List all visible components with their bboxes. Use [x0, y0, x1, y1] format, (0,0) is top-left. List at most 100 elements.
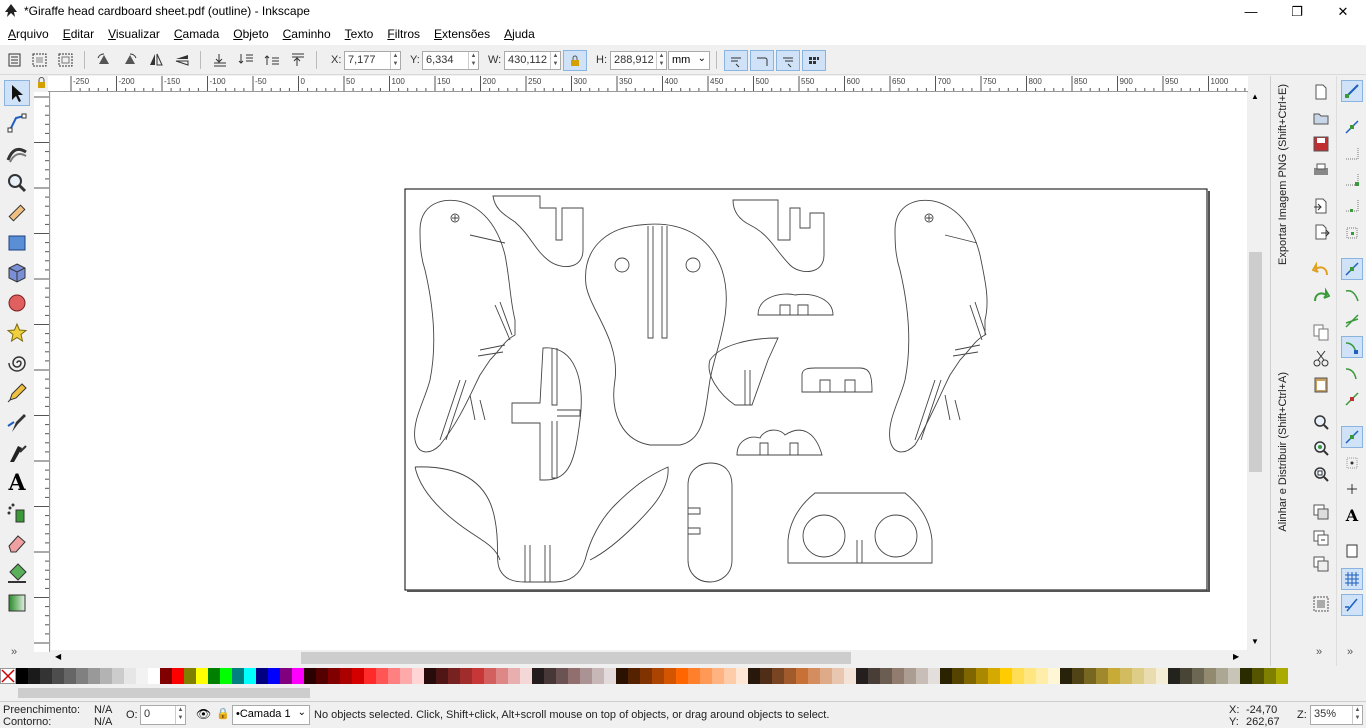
- zoom-selection-icon[interactable]: [1311, 412, 1331, 432]
- color-swatch[interactable]: [700, 668, 712, 684]
- color-swatch[interactable]: [592, 668, 604, 684]
- color-swatch[interactable]: [1276, 668, 1288, 684]
- star-tool-icon[interactable]: [4, 320, 30, 346]
- color-swatch[interactable]: [844, 668, 856, 684]
- snap-guides-icon[interactable]: [1341, 594, 1363, 616]
- raise-to-top-icon[interactable]: [288, 51, 308, 69]
- vertical-scroll-thumb[interactable]: [1249, 252, 1262, 472]
- color-swatch[interactable]: [880, 668, 892, 684]
- open-folder-icon[interactable]: [1311, 108, 1331, 128]
- color-swatch[interactable]: [484, 668, 496, 684]
- lock-proportions-icon[interactable]: [563, 50, 587, 71]
- drawing-canvas[interactable]: [51, 92, 1247, 650]
- rotate-ccw-icon[interactable]: [94, 51, 114, 69]
- color-swatch[interactable]: [184, 668, 196, 684]
- palette-scroll-thumb[interactable]: [18, 688, 310, 698]
- snap-page-border-icon[interactable]: [1341, 540, 1363, 562]
- no-paint-swatch[interactable]: [0, 668, 16, 684]
- color-swatch[interactable]: [136, 668, 148, 684]
- snap-object-centers-icon[interactable]: [1341, 452, 1363, 474]
- color-swatch[interactable]: [472, 668, 484, 684]
- color-swatch[interactable]: [220, 668, 232, 684]
- color-swatch[interactable]: [568, 668, 580, 684]
- spin-arrows-icon[interactable]: ▲ ▼: [656, 52, 666, 69]
- color-swatch[interactable]: [1048, 668, 1060, 684]
- horizontal-scrollbar[interactable]: ◀ ▶: [51, 650, 1247, 666]
- color-swatch[interactable]: [736, 668, 748, 684]
- measure-tool-icon[interactable]: [4, 200, 30, 226]
- color-swatch[interactable]: [412, 668, 424, 684]
- eye-icon[interactable]: 👁: [196, 707, 211, 721]
- color-swatch[interactable]: [28, 668, 40, 684]
- palette-scrollbar[interactable]: [0, 686, 1366, 700]
- color-swatch[interactable]: [232, 668, 244, 684]
- color-swatch[interactable]: [1132, 668, 1144, 684]
- height-input[interactable]: 288,912 ▲ ▼: [610, 51, 667, 70]
- snap-line-midpoints-icon[interactable]: [1341, 388, 1363, 410]
- snap-cusp-nodes-icon[interactable]: [1341, 336, 1363, 358]
- menu-editar[interactable]: Editar: [63, 27, 94, 41]
- color-swatch[interactable]: [724, 668, 736, 684]
- scale-stroke-icon[interactable]: [724, 50, 748, 71]
- scroll-up-icon[interactable]: ▲: [1251, 92, 1259, 101]
- color-swatch[interactable]: [544, 668, 556, 684]
- snap-grid-icon[interactable]: [1341, 568, 1363, 590]
- tab-export-png[interactable]: Exportar Imagem PNG (Shift+Ctrl+E): [1277, 84, 1289, 265]
- color-swatch[interactable]: [448, 668, 460, 684]
- transform-patterns-icon[interactable]: [802, 50, 826, 71]
- snap-others-icon[interactable]: [1341, 426, 1363, 448]
- color-swatch[interactable]: [904, 668, 916, 684]
- unlink-clone-icon[interactable]: [1311, 554, 1331, 574]
- snap-overflow-icon[interactable]: »: [1347, 646, 1353, 658]
- rotate-cw-icon[interactable]: [120, 51, 140, 69]
- color-swatch[interactable]: [1096, 668, 1108, 684]
- snap-smooth-nodes-icon[interactable]: [1341, 362, 1363, 384]
- color-swatch[interactable]: [76, 668, 88, 684]
- color-swatch[interactable]: [40, 668, 52, 684]
- color-swatch[interactable]: [1252, 668, 1264, 684]
- color-swatch[interactable]: [664, 668, 676, 684]
- color-swatch[interactable]: [748, 668, 760, 684]
- color-swatch[interactable]: [1024, 668, 1036, 684]
- tab-align-distribute[interactable]: Alinhar e Distribuir (Shift+Ctrl+A): [1277, 372, 1289, 532]
- color-swatch[interactable]: [928, 668, 940, 684]
- zoom-drawing-icon[interactable]: [1311, 438, 1331, 458]
- scale-corners-icon[interactable]: [750, 50, 774, 71]
- color-swatch[interactable]: [520, 668, 532, 684]
- drawing[interactable]: [51, 92, 1247, 650]
- color-swatch[interactable]: [976, 668, 988, 684]
- color-swatch[interactable]: [940, 668, 952, 684]
- snap-toggle-icon[interactable]: [1341, 80, 1363, 102]
- spin-arrows-icon[interactable]: ▲ ▼: [175, 706, 185, 724]
- menu-filtros[interactable]: Filtros: [387, 27, 420, 41]
- snap-nodes-icon[interactable]: [1341, 258, 1363, 280]
- color-swatch[interactable]: [460, 668, 472, 684]
- color-swatch[interactable]: [100, 668, 112, 684]
- node-tool-icon[interactable]: [4, 110, 30, 136]
- selector-tool-icon[interactable]: [4, 80, 30, 106]
- color-swatch[interactable]: [1204, 668, 1216, 684]
- snap-rotation-center-icon[interactable]: [1341, 478, 1363, 500]
- spin-arrows-icon[interactable]: ▲ ▼: [1352, 706, 1362, 724]
- snap-bbox-centers-icon[interactable]: [1341, 222, 1363, 244]
- color-swatch[interactable]: [1240, 668, 1252, 684]
- color-swatch[interactable]: [796, 668, 808, 684]
- rectangle-tool-icon[interactable]: [4, 230, 30, 256]
- color-swatch[interactable]: [1036, 668, 1048, 684]
- spray-tool-icon[interactable]: [4, 500, 30, 526]
- color-swatch[interactable]: [868, 668, 880, 684]
- color-swatch[interactable]: [772, 668, 784, 684]
- color-swatch[interactable]: [892, 668, 904, 684]
- redo-icon[interactable]: [1311, 286, 1331, 306]
- color-swatch[interactable]: [784, 668, 796, 684]
- color-swatch[interactable]: [88, 668, 100, 684]
- color-swatch[interactable]: [364, 668, 376, 684]
- color-swatch[interactable]: [244, 668, 256, 684]
- unit-select[interactable]: mm ⌄: [668, 51, 710, 70]
- color-swatch[interactable]: [988, 668, 1000, 684]
- select-all-icon[interactable]: [5, 51, 25, 69]
- color-swatch[interactable]: [340, 668, 352, 684]
- deselect-icon[interactable]: [56, 51, 76, 69]
- toolbox-overflow-icon[interactable]: »: [11, 646, 17, 658]
- commands-overflow-icon[interactable]: »: [1316, 646, 1322, 658]
